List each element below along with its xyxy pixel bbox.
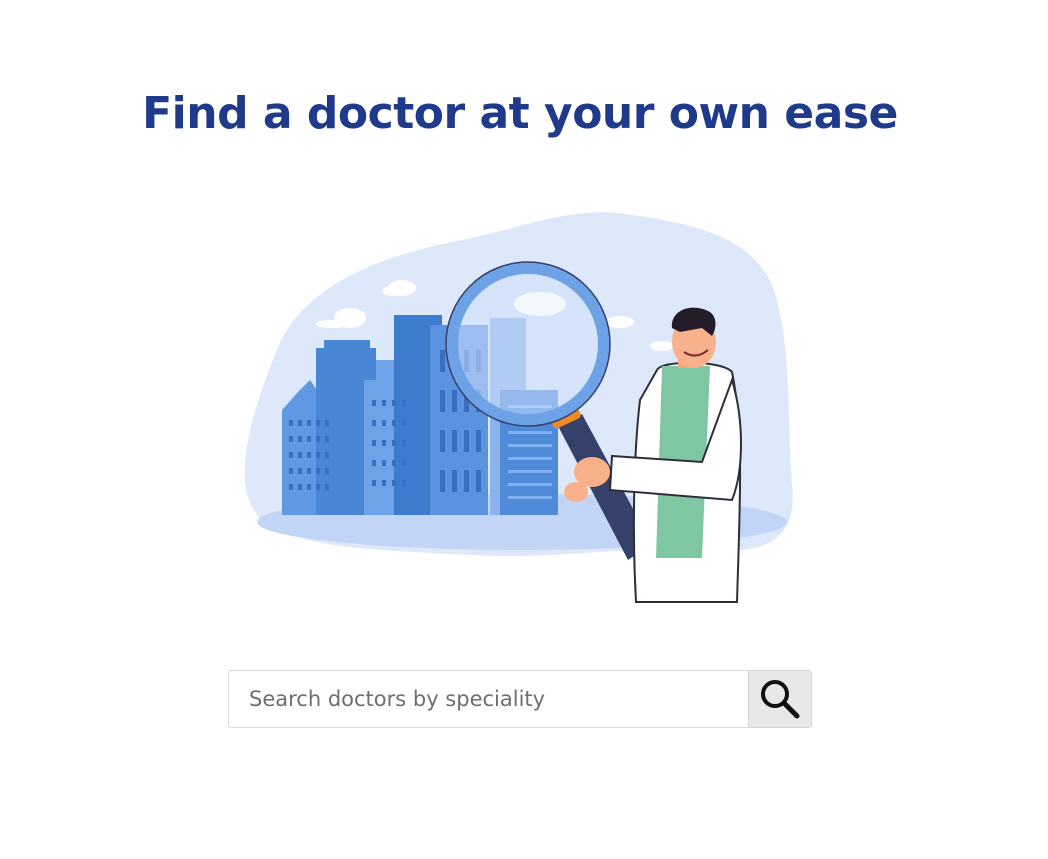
hero-illustration [232,200,812,610]
find-doctor-page: Find a doctor at your own ease [0,0,1048,859]
page-title: Find a doctor at your own ease [142,88,898,139]
search-button[interactable] [748,671,811,727]
search-input[interactable] [229,671,748,727]
search-bar [228,670,812,728]
search-icon [757,676,803,722]
